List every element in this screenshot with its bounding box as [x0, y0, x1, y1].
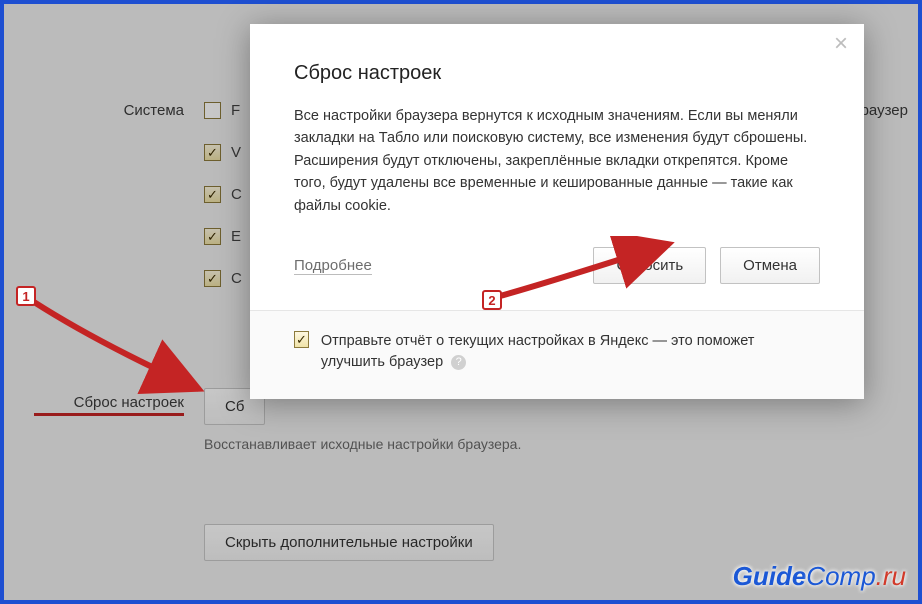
close-icon[interactable]: ×: [830, 34, 852, 56]
report-label: Отправьте отчёт о текущих настройках в Я…: [321, 331, 820, 373]
report-checkbox-icon[interactable]: ✓: [294, 331, 309, 348]
annotation-badge-1: 1: [16, 286, 36, 306]
annotation-arrow-2: [494, 236, 684, 306]
dialog-text: Все настройки браузера вернутся к исходн…: [294, 105, 820, 217]
annotation-badge-2: 2: [482, 290, 502, 310]
watermark: GuideComp.ru: [733, 561, 906, 592]
help-icon[interactable]: ?: [451, 355, 466, 370]
dialog-title: Сброс настроек: [294, 62, 820, 85]
cancel-button[interactable]: Отмена: [720, 247, 820, 284]
more-link[interactable]: Подробнее: [294, 257, 372, 275]
annotation-arrow-1: [24, 294, 214, 404]
reset-dialog: × Сброс настроек Все настройки браузера …: [250, 24, 864, 399]
